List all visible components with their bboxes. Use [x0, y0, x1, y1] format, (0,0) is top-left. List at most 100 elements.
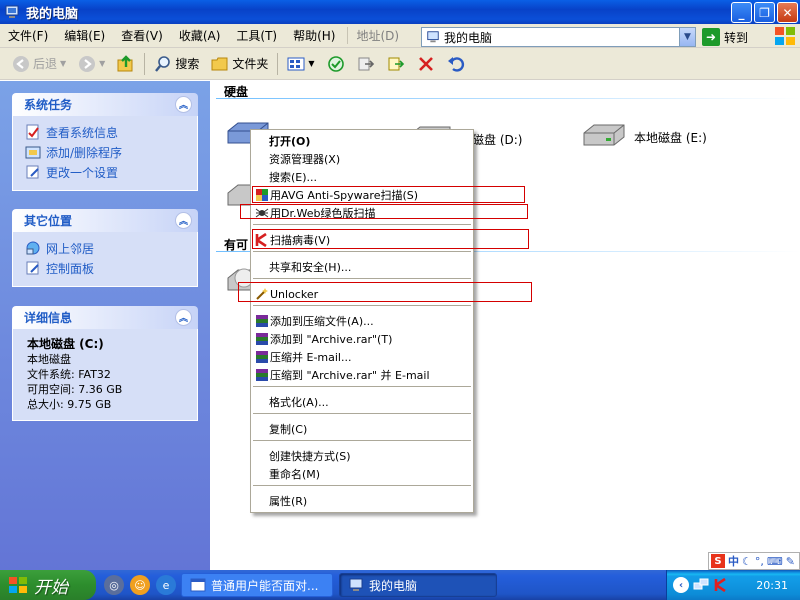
menu-item-compress-rar-email[interactable]: 压缩到 "Archive.rar" 并 E-mail [251, 366, 473, 384]
menu-item-search[interactable]: 搜索(E)... [251, 168, 473, 186]
sync-icon [327, 55, 345, 73]
group-divider [216, 98, 800, 99]
wrench-icon[interactable]: ✎ [786, 555, 795, 568]
task-pane: 系统任务 ︽ 查看系统信息 添加/删除程序 更改一个设置 其它位置 ︽ 网上邻居… [0, 81, 210, 570]
address-bar[interactable]: 我的电脑 ▼ [421, 27, 696, 47]
restore-button[interactable]: ❐ [754, 2, 775, 23]
other-places-header[interactable]: 其它位置 ︽ [12, 209, 198, 232]
folders-button[interactable]: 文件夹 [205, 51, 274, 77]
network-connection-icon[interactable] [693, 577, 709, 593]
start-button[interactable]: 开始 [0, 570, 96, 600]
show-desktop-icon[interactable]: ◎ [104, 575, 124, 595]
system-tasks-header[interactable]: 系统任务 ︽ [12, 93, 198, 116]
quick-launch: ◎ ☺ e [104, 575, 176, 595]
menu-separator [253, 224, 471, 225]
place-label: 控制面板 [46, 261, 95, 276]
keyboard-icon[interactable]: ⌨ [767, 555, 783, 568]
menu-item-open[interactable]: 打开(O) [251, 132, 473, 150]
control-panel-icon [26, 165, 39, 179]
computer-icon [5, 5, 19, 18]
task-add-remove-programs[interactable]: 添加/删除程序 [25, 142, 197, 162]
back-button[interactable]: 后退 ▼ [6, 51, 72, 77]
kaspersky-tray-icon[interactable] [713, 577, 729, 593]
sogou-icon[interactable]: S [711, 554, 725, 568]
task-label: 更改一个设置 [46, 165, 119, 180]
collapse-chevron-icon[interactable]: ︽ [175, 212, 192, 229]
toolbar: 后退 ▼ ▼ 搜索 文件夹 ▼ [0, 48, 800, 80]
chevron-down-icon[interactable]: ▼ [679, 28, 695, 46]
toolbar-separator [144, 52, 146, 75]
taskbar-item-my-computer[interactable]: 我的电脑 [339, 573, 497, 597]
address-value[interactable]: 我的电脑 [444, 29, 679, 46]
punctuation-icon[interactable]: °, [755, 555, 764, 568]
system-tray: ‹ 20:31 [666, 570, 800, 600]
views-button[interactable]: ▼ [281, 51, 320, 77]
menu-item-compress-email[interactable]: 压缩并 E-mail... [251, 348, 473, 366]
collapse-chevron-icon[interactable]: ︽ [175, 96, 192, 113]
menu-view[interactable]: 查看(V) [113, 24, 171, 48]
chevron-left-icon[interactable]: ‹ [673, 577, 689, 593]
details-header[interactable]: 详细信息 ︽ [12, 306, 198, 329]
ime-toolbar[interactable]: S 中 ☾ °, ⌨ ✎ [708, 552, 800, 570]
menu-item-add-to-archive-rar[interactable]: 添加到 "Archive.rar"(T) [251, 330, 473, 348]
delete-button[interactable] [411, 51, 441, 77]
menu-item-explorer[interactable]: 资源管理器(X) [251, 150, 473, 168]
goto-button[interactable]: ➜ 转到 [702, 27, 748, 47]
menu-item-copy[interactable]: 复制(C) [251, 420, 473, 438]
forward-button[interactable]: ▼ [72, 51, 111, 77]
up-button[interactable] [111, 51, 141, 77]
menu-file[interactable]: 文件(F) [0, 24, 56, 48]
move-to-button[interactable] [351, 51, 381, 77]
menu-item-add-to-archive[interactable]: 添加到压缩文件(A)... [251, 312, 473, 330]
highlight-scan-virus [252, 229, 529, 249]
menu-favorites[interactable]: 收藏(A) [171, 24, 229, 48]
other-places-panel: 其它位置 ︽ 网上邻居 控制面板 [12, 209, 198, 287]
menu-edit[interactable]: 编辑(E) [56, 24, 113, 48]
qq-penguin-icon[interactable]: ☺ [130, 575, 150, 595]
place-network-neighborhood[interactable]: 网上邻居 [25, 238, 197, 258]
ime-mode[interactable]: 中 [728, 553, 739, 569]
windows-logo-icon [775, 27, 795, 45]
copy-to-button[interactable] [381, 51, 411, 77]
chevron-down-icon[interactable]: ▼ [308, 59, 314, 68]
chevron-down-icon[interactable]: ▼ [99, 59, 105, 68]
highlight-avg [252, 186, 525, 203]
goto-label: 转到 [724, 30, 749, 45]
menu-help[interactable]: 帮助(H) [285, 24, 343, 48]
clock[interactable]: 20:31 [756, 579, 788, 592]
ie-icon[interactable]: e [156, 575, 176, 595]
task-view-system-info[interactable]: 查看系统信息 [25, 122, 197, 142]
taskbar-item-browser[interactable]: 普通用户能否面对... [181, 573, 333, 597]
menu-item-rename[interactable]: 重命名(M) [251, 465, 473, 483]
collapse-chevron-icon[interactable]: ︽ [175, 309, 192, 326]
sync-button[interactable] [321, 51, 351, 77]
task-change-setting[interactable]: 更改一个设置 [25, 162, 197, 182]
minimize-button[interactable]: _ [731, 2, 752, 23]
drive-e-label: 本地磁盘 (E:) [634, 130, 707, 145]
details-title: 详细信息 [24, 311, 73, 325]
search-icon [154, 55, 172, 73]
browser-window-icon [190, 578, 206, 592]
delete-x-icon [417, 55, 435, 73]
drive-e[interactable]: 本地磁盘 (E:) [580, 121, 707, 153]
undo-icon [447, 55, 465, 73]
menu-item-properties[interactable]: 属性(R) [251, 492, 473, 510]
place-control-panel[interactable]: 控制面板 [25, 258, 197, 278]
computer-icon [349, 578, 363, 591]
details-panel: 详细信息 ︽ 本地磁盘 (C:) 本地磁盘 文件系统: FAT32 可用空间: … [12, 306, 198, 421]
menu-separator [253, 413, 471, 414]
undo-button[interactable] [441, 51, 471, 77]
menu-separator [253, 440, 471, 441]
system-tasks-panel: 系统任务 ︽ 查看系统信息 添加/删除程序 更改一个设置 [12, 93, 198, 191]
menu-item-format[interactable]: 格式化(A)... [251, 393, 473, 411]
chevron-down-icon[interactable]: ▼ [60, 59, 66, 68]
title-bar[interactable]: 我的电脑 _ ❐ ✕ [0, 0, 800, 24]
moon-icon[interactable]: ☾ [742, 555, 752, 568]
task-label: 添加/删除程序 [46, 145, 123, 160]
winrar-icon [254, 367, 270, 383]
menu-item-share-security[interactable]: 共享和安全(H)... [251, 258, 473, 276]
search-button[interactable]: 搜索 [148, 51, 205, 77]
menu-tools[interactable]: 工具(T) [228, 24, 285, 48]
close-button[interactable]: ✕ [777, 2, 798, 23]
menu-item-create-shortcut[interactable]: 创建快捷方式(S) [251, 447, 473, 465]
